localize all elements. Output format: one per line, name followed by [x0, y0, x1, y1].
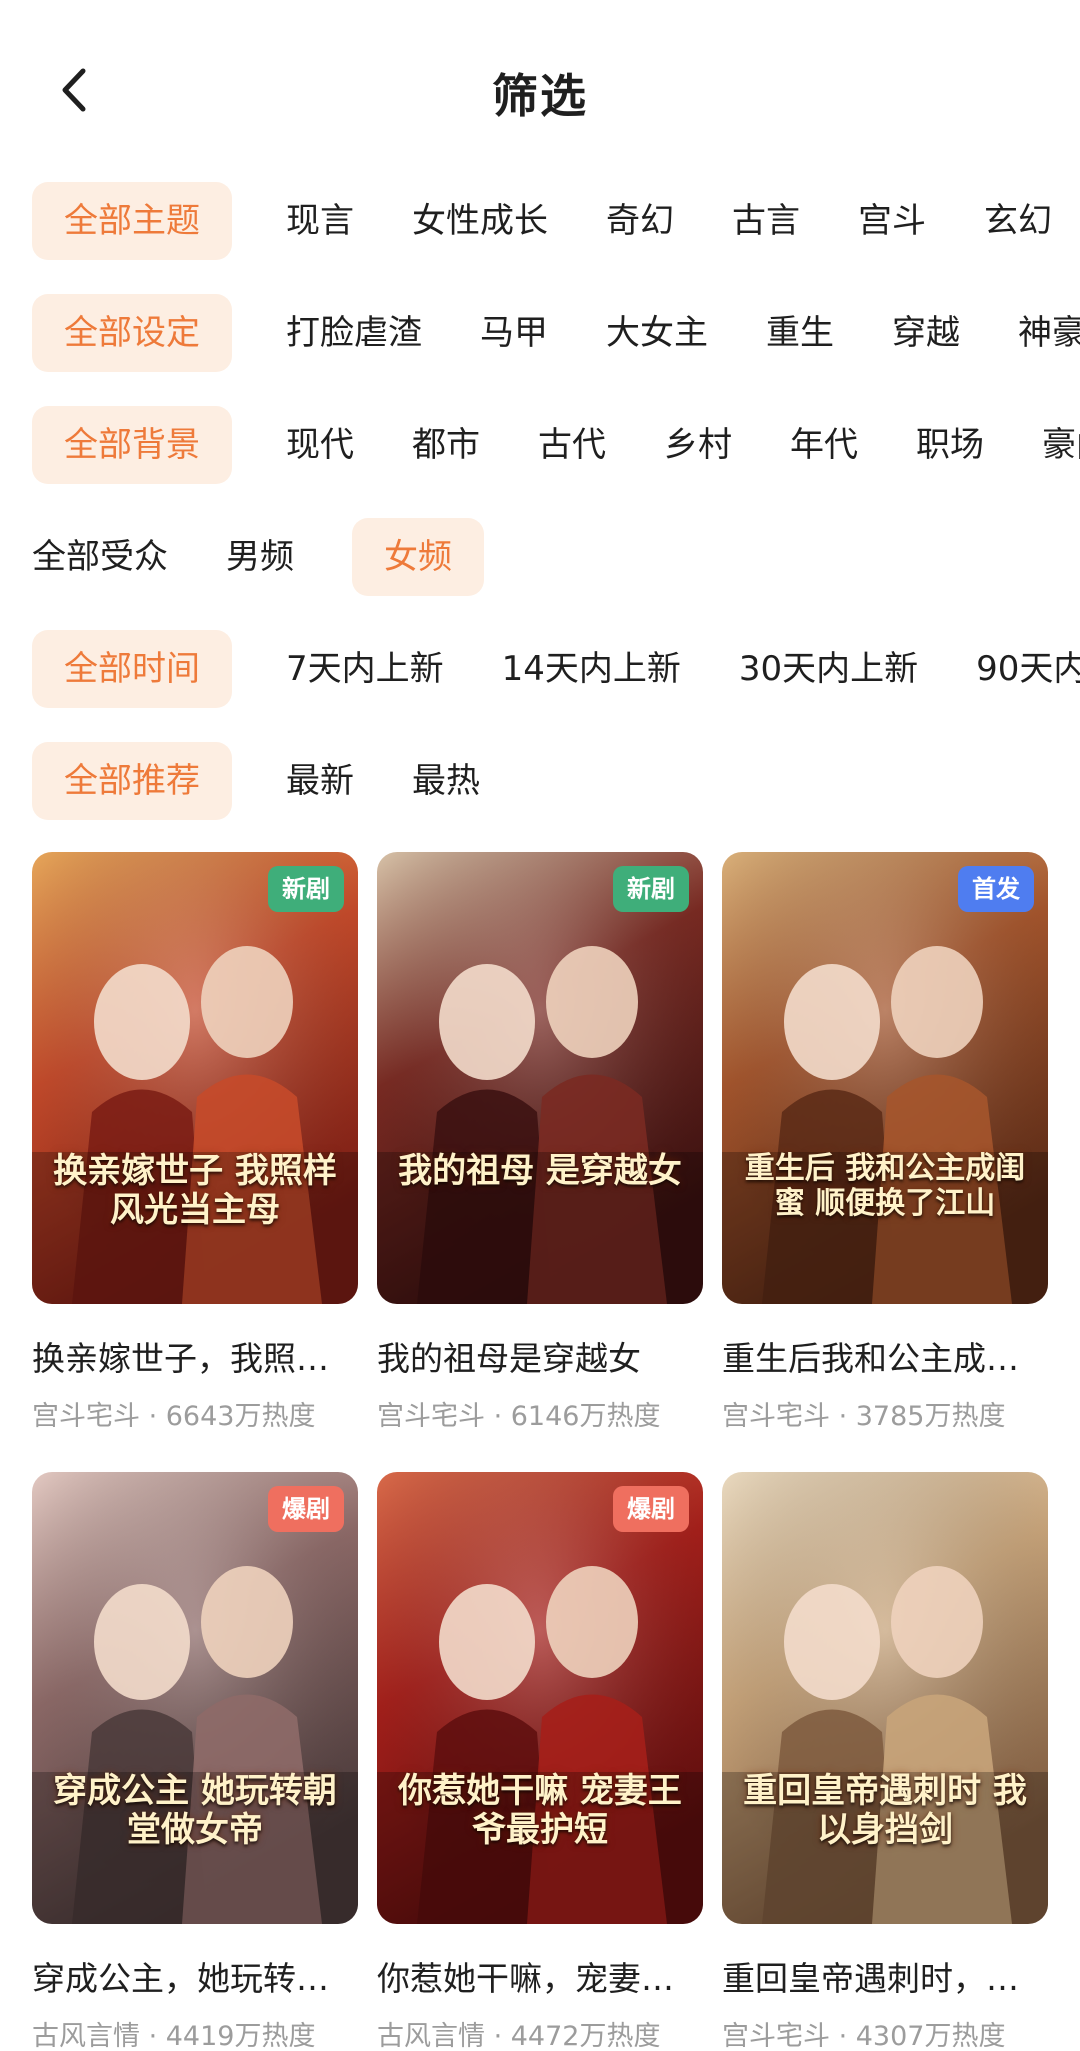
poster-caption: 穿成公主 她玩转朝堂做女帝 [53, 1771, 337, 1851]
drama-title: 我的祖母是穿越女 [377, 1339, 641, 1378]
status-badge: 首发 [958, 866, 1034, 912]
filter-chip[interactable]: 古言 [732, 182, 800, 260]
filter-chip[interactable]: 重生 [766, 294, 834, 372]
filter-chip[interactable]: 都市 [412, 406, 480, 484]
filter-chip[interactable]: 30天内上新 [739, 630, 918, 708]
filter-chip[interactable]: 年代 [790, 406, 858, 484]
poster-caption: 你惹她干嘛 宠妻王爷最护短 [398, 1771, 682, 1851]
filter-chip[interactable]: 女频 [352, 518, 484, 596]
drama-title: 换亲嫁世子，我照样风光当主母 [32, 1339, 358, 1378]
filter-chip[interactable]: 奇幻 [606, 182, 674, 260]
filter-chip[interactable]: 宫斗 [858, 182, 926, 260]
drama-poster: 我的祖母 是穿越女 新剧 [377, 852, 703, 1304]
page-title: 筛选 [492, 69, 588, 123]
filter-chip[interactable]: 最热 [412, 742, 480, 820]
drama-poster: 你惹她干嘛 宠妻王爷最护短 爆剧 [377, 1472, 703, 1924]
poster-caption: 重回皇帝遇刺时 我以身挡剑 [743, 1771, 1027, 1851]
drama-title: 你惹她干嘛，宠妻王爷最护短 [377, 1959, 703, 1998]
filter-row-theme: 全部主题 现言 女性成长 奇幻 古言 宫斗 玄幻 [0, 165, 1080, 277]
filter-chip[interactable]: 14天内上新 [502, 630, 681, 708]
drama-meta: 宫斗宅斗 · 6643万热度 [32, 1401, 316, 1432]
drama-card[interactable]: 重回皇帝遇刺时 我以身挡剑重回皇帝遇刺时，我以身挡剑宫斗宅斗 · 4307万热度 [722, 1472, 1048, 2051]
filter-chip[interactable]: 女性成长 [412, 182, 548, 260]
filter-row-time: 全部时间 7天内上新 14天内上新 30天内上新 90天内上新 [0, 613, 1080, 725]
status-badge: 爆剧 [613, 1486, 689, 1532]
drama-card[interactable]: 穿成公主 她玩转朝堂做女帝 爆剧穿成公主，她玩转朝堂做女帝古风言情 · 4419万… [32, 1472, 358, 2051]
filter-chip[interactable]: 穿越 [892, 294, 960, 372]
filter-chip[interactable]: 最新 [286, 742, 354, 820]
filter-chip[interactable]: 全部设定 [32, 294, 232, 372]
filter-row-recommend: 全部推荐 最新 最热 [0, 725, 1080, 837]
filter-chip[interactable]: 大女主 [606, 294, 708, 372]
drama-card[interactable]: 我的祖母 是穿越女 新剧我的祖母是穿越女宫斗宅斗 · 6146万热度 [377, 852, 703, 1433]
filter-panel: 全部主题 现言 女性成长 奇幻 古言 宫斗 玄幻 全部设定 打脸虐渣 马甲 大女主 重生 穿越 神豪 全部背… [0, 165, 1080, 837]
filter-chip[interactable]: 玄幻 [984, 182, 1052, 260]
filter-chip[interactable]: 全部推荐 [32, 742, 232, 820]
drama-title: 重生后我和公主成闺蜜，顺便换了江山 [722, 1339, 1048, 1378]
filter-chip[interactable]: 全部时间 [32, 630, 232, 708]
filter-chip[interactable]: 古代 [538, 406, 606, 484]
drama-card[interactable]: 换亲嫁世子 我照样风光当主母 新剧换亲嫁世子，我照样风光当主母宫斗宅斗 · 664… [32, 852, 358, 1433]
poster-caption: 重生后 我和公主成闺蜜 顺便换了江山 [744, 1151, 1026, 1221]
filter-chip[interactable]: 豪门 [1042, 406, 1080, 484]
poster-caption: 换亲嫁世子 我照样风光当主母 [53, 1151, 337, 1231]
drama-meta: 宫斗宅斗 · 3785万热度 [722, 1401, 1006, 1432]
drama-title: 穿成公主，她玩转朝堂做女帝 [32, 1959, 358, 1998]
filter-page: 筛选 全部主题 现言 女性成长 奇幻 古言 宫斗 玄幻 全部设定 打脸虐渣 马甲 大女主 重生 穿越 神豪… [0, 0, 1080, 2051]
status-badge: 新剧 [613, 866, 689, 912]
drama-poster: 重回皇帝遇刺时 我以身挡剑 [722, 1472, 1048, 1924]
filter-chip[interactable]: 现代 [286, 406, 354, 484]
filter-chip[interactable]: 男频 [226, 518, 294, 596]
filter-row-audience: 全部受众 男频 女频 [0, 501, 1080, 613]
filter-chip[interactable]: 全部受众 [32, 518, 168, 596]
filter-chip[interactable]: 神豪 [1018, 294, 1080, 372]
drama-poster: 穿成公主 她玩转朝堂做女帝 爆剧 [32, 1472, 358, 1924]
drama-title: 重回皇帝遇刺时，我以身挡剑 [722, 1959, 1048, 1998]
status-badge: 新剧 [268, 866, 344, 912]
drama-meta: 古风言情 · 4472万热度 [377, 2021, 661, 2051]
filter-chip[interactable]: 马甲 [480, 294, 548, 372]
filter-chip[interactable]: 7天内上新 [286, 630, 444, 708]
drama-poster: 换亲嫁世子 我照样风光当主母 新剧 [32, 852, 358, 1304]
filter-chip[interactable]: 现言 [286, 182, 354, 260]
drama-card[interactable]: 重生后 我和公主成闺蜜 顺便换了江山 首发重生后我和公主成闺蜜，顺便换了江山宫斗宅… [722, 852, 1048, 1433]
filter-chip[interactable]: 全部主题 [32, 182, 232, 260]
header: 筛选 [0, 0, 1080, 180]
drama-meta: 古风言情 · 4419万热度 [32, 2021, 316, 2051]
drama-meta: 宫斗宅斗 · 6146万热度 [377, 1401, 661, 1432]
filter-chip[interactable]: 90天内上新 [976, 630, 1080, 708]
filter-chip[interactable]: 乡村 [664, 406, 732, 484]
poster-caption: 我的祖母 是穿越女 [398, 1151, 682, 1191]
filter-row-background: 全部背景现代都市古代乡村年代职场豪门 [0, 389, 1080, 501]
filter-chip[interactable]: 职场 [916, 406, 984, 484]
filter-chip[interactable]: 打脸虐渣 [286, 294, 422, 372]
status-badge: 爆剧 [268, 1486, 344, 1532]
drama-meta: 宫斗宅斗 · 4307万热度 [722, 2021, 1006, 2051]
filter-row-setting: 全部设定 打脸虐渣 马甲 大女主 重生 穿越 神豪 [0, 277, 1080, 389]
filter-chip[interactable]: 全部背景 [32, 406, 232, 484]
drama-card[interactable]: 你惹她干嘛 宠妻王爷最护短 爆剧你惹她干嘛，宠妻王爷最护短古风言情 · 4472万… [377, 1472, 703, 2051]
drama-poster: 重生后 我和公主成闺蜜 顺便换了江山 首发 [722, 852, 1048, 1304]
